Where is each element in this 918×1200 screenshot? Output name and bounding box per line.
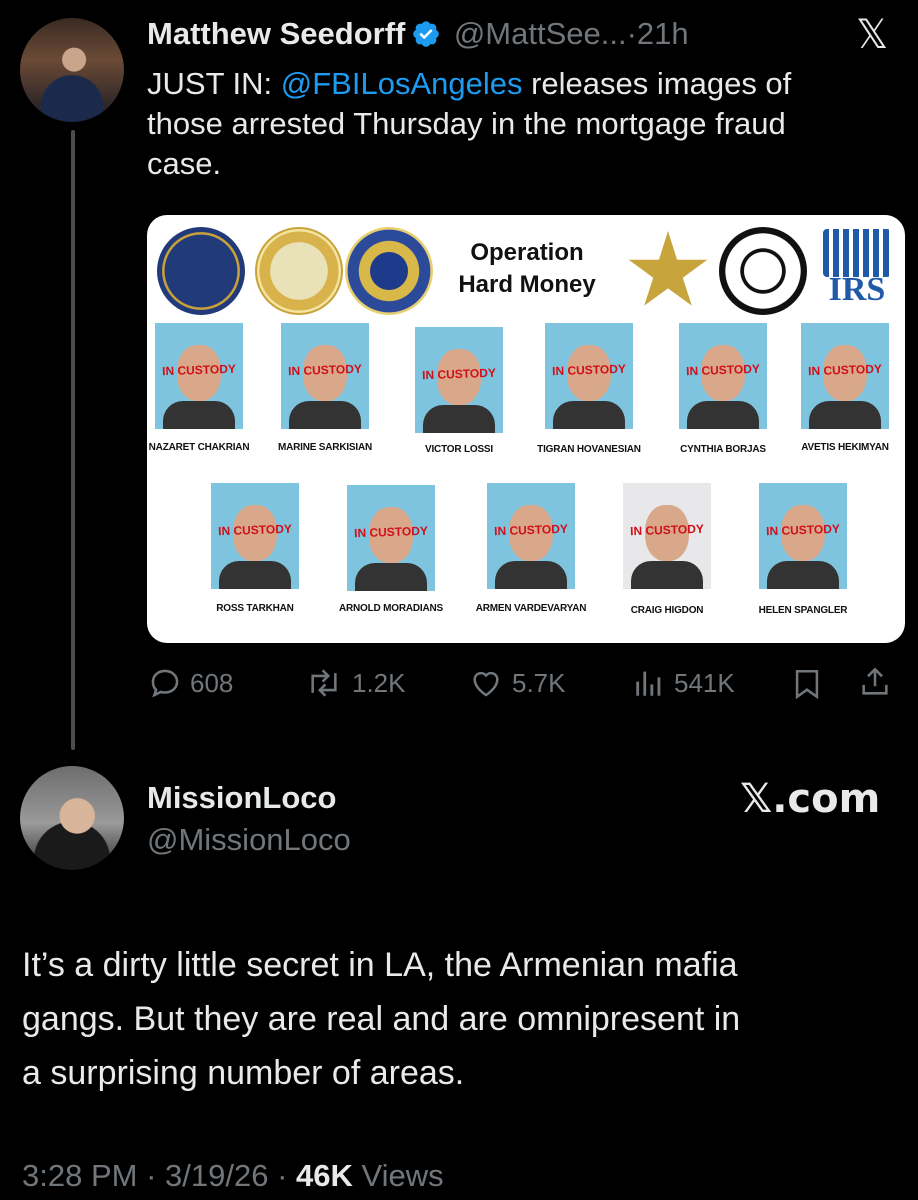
views-button[interactable]: 541K xyxy=(632,666,735,700)
analytics-icon xyxy=(636,671,661,696)
mugshot: IN CUSTODY xyxy=(155,323,243,429)
mugshot-name: TIGRAN HOVANESIAN xyxy=(537,444,641,455)
footer-separator: · xyxy=(268,1158,297,1193)
operation-title: Operation Hard Money xyxy=(447,237,607,301)
mugshot: IN CUSTODY xyxy=(281,323,369,429)
footer-views-count: 46K xyxy=(296,1158,353,1193)
bookmark-icon xyxy=(795,669,819,700)
like-count: 5.7K xyxy=(512,667,566,698)
author-name[interactable]: MissionLoco xyxy=(147,780,336,816)
footer-time[interactable]: 3:28 PM xyxy=(22,1158,137,1193)
mugshot-name: ROSS TARKHAN xyxy=(216,603,294,614)
reply-icon xyxy=(151,669,179,698)
mugshot: IN CUSTODY xyxy=(545,323,633,429)
bookmark-button[interactable] xyxy=(790,666,824,707)
tweet-text-line1: It’s a dirty little secret in LA, the Ar… xyxy=(22,946,738,984)
heart-icon xyxy=(473,671,499,697)
mugshot: IN CUSTODY xyxy=(211,483,299,589)
mugshot: IN CUSTODY xyxy=(623,483,711,589)
tweet-header: Matthew Seedorff @MattSee...·21h xyxy=(147,16,689,52)
operation-title-line2: Hard Money xyxy=(458,271,596,298)
mugshot-name: AVETIS HEKIMYAN xyxy=(801,442,889,453)
glendale-seal-icon xyxy=(255,227,343,315)
x-com-watermark: 𝕏.com xyxy=(740,776,881,822)
tweet-time[interactable]: 21h xyxy=(637,16,689,51)
mugshot: IN CUSTODY xyxy=(759,483,847,589)
custody-stamp: IN CUSTODY xyxy=(685,361,761,379)
author-avatar[interactable] xyxy=(20,18,124,122)
custody-stamp: IN CUSTODY xyxy=(629,521,705,539)
custody-stamp: IN CUSTODY xyxy=(807,361,883,379)
mugshot: IN CUSTODY xyxy=(801,323,889,429)
custody-stamp: IN CUSTODY xyxy=(551,361,627,379)
custody-stamp: IN CUSTODY xyxy=(493,521,569,539)
mugshot-name: ARMEN VARDEVARYAN xyxy=(475,603,587,614)
separator-dot: · xyxy=(626,16,637,51)
tweet-body: JUST IN: @FBILosAngeles releases images … xyxy=(147,64,897,184)
thread-connector xyxy=(71,130,75,750)
mugshot-name: MARINE SARKISIAN xyxy=(277,442,373,453)
footer-date[interactable]: 3/19/26 xyxy=(165,1158,268,1193)
irs-eagle-icon xyxy=(823,229,891,277)
tweet-text-line2: gangs. But they are real and are omnipre… xyxy=(22,1000,741,1038)
repost-button[interactable]: 1.2K xyxy=(304,666,406,700)
footer-separator: · xyxy=(137,1158,166,1193)
like-button[interactable]: 5.7K xyxy=(468,666,566,700)
custody-stamp: IN CUSTODY xyxy=(765,521,841,539)
share-button[interactable] xyxy=(858,664,892,705)
tweet-footer: 3:28 PM · 3/19/26 · 46K Views xyxy=(22,1158,444,1194)
doj-seal-icon xyxy=(157,227,245,315)
reply-count: 608 xyxy=(190,667,234,698)
custody-stamp: IN CUSTODY xyxy=(217,521,293,539)
mugshot: IN CUSTODY xyxy=(679,323,767,429)
mugshot: IN CUSTODY xyxy=(487,483,575,589)
tweet-text-rest: releases images of xyxy=(522,66,792,101)
mugshot: IN CUSTODY xyxy=(347,485,435,591)
custody-stamp: IN CUSTODY xyxy=(161,361,237,379)
repost-icon xyxy=(311,669,337,697)
irs-label: IRS xyxy=(828,271,886,308)
tweet-text-line3: case. xyxy=(147,146,222,181)
mugshot-name: ARNOLD MORADIANS xyxy=(338,603,444,614)
tweet-text-line2: those arrested Thursday in the mortgage … xyxy=(147,106,786,141)
author-handle[interactable]: @MissionLoco xyxy=(147,822,351,858)
author-avatar[interactable] xyxy=(20,766,124,870)
mugshot: IN CUSTODY xyxy=(415,327,503,433)
tweet-text-prefix: JUST IN: xyxy=(147,66,281,101)
views-count: 541K xyxy=(674,667,735,698)
mugshot-name: VICTOR LOSSI xyxy=(425,444,493,455)
mugshot-name: CRAIG HIGDON xyxy=(630,605,704,616)
mugshot-name: HELEN SPANGLER xyxy=(758,605,848,616)
sheriff-star-icon xyxy=(628,231,708,306)
mention-link[interactable]: @FBILosAngeles xyxy=(281,66,523,101)
footer-views-label: Views xyxy=(352,1158,444,1193)
operation-title-line1: Operation xyxy=(470,239,584,266)
fbi-seal-icon xyxy=(345,227,433,315)
author-name[interactable]: Matthew Seedorff xyxy=(147,16,405,51)
verified-badge-icon xyxy=(413,21,440,47)
share-icon xyxy=(862,667,888,695)
reply-button[interactable]: 608 xyxy=(148,666,233,700)
custody-stamp: IN CUSTODY xyxy=(353,523,429,541)
tweet-body: It’s a dirty little secret in LA, the Ar… xyxy=(22,938,902,1100)
custody-stamp: IN CUSTODY xyxy=(287,361,363,379)
media-card-image[interactable]: Operation Hard Money IRS IN CUSTODY IN C… xyxy=(147,215,905,643)
postal-inspection-seal-icon xyxy=(719,227,807,315)
author-handle[interactable]: @MattSee... xyxy=(454,16,627,51)
repost-count: 1.2K xyxy=(352,667,406,698)
tweet-text-line3: a surprising number of areas. xyxy=(22,1054,465,1092)
custody-stamp: IN CUSTODY xyxy=(421,365,497,383)
x-logo-icon: 𝕏 xyxy=(856,12,889,58)
